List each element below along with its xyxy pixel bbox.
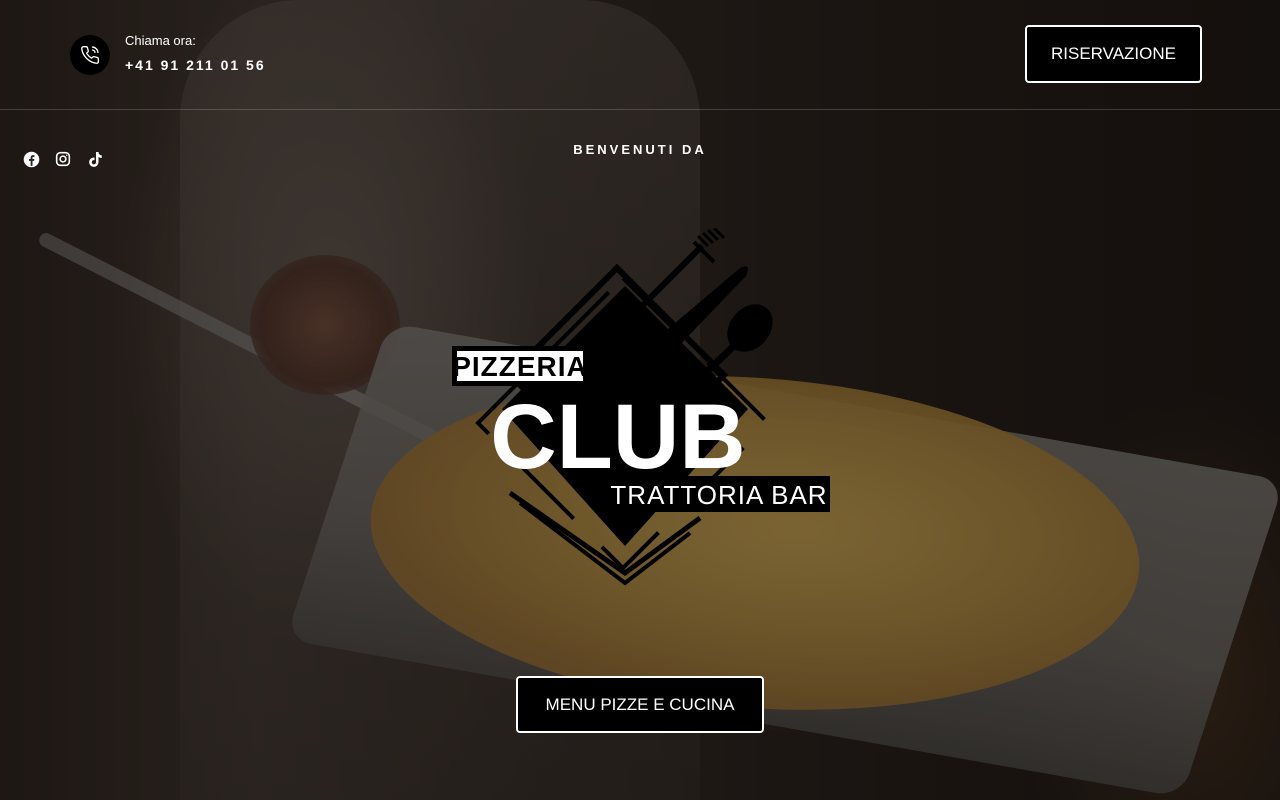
welcome-heading: BENVENUTI DA (573, 142, 707, 157)
phone-call-link[interactable] (70, 35, 110, 75)
phone-number-link[interactable]: +41 91 211 01 56 (125, 57, 266, 73)
pizzeria-club-logo: PIZZERIA CLUB TRATTORIA BAR (452, 228, 830, 586)
svg-text:TRATTORIA BAR: TRATTORIA BAR (610, 480, 827, 510)
logo-trattoria-bar-badge: TRATTORIA BAR (608, 476, 830, 512)
svg-text:PIZZERIA: PIZZERIA (452, 351, 588, 382)
logo-club-text: CLUB (490, 386, 746, 488)
phone-icon (81, 45, 100, 64)
reservation-button[interactable]: RISERVAZIONE (1025, 25, 1202, 83)
logo-pizzeria-badge: PIZZERIA (452, 346, 588, 386)
header-divider (0, 109, 1280, 110)
menu-button[interactable]: MENU PIZZE E CUCINA (516, 676, 764, 733)
call-now-label: Chiama ora: (125, 33, 196, 48)
